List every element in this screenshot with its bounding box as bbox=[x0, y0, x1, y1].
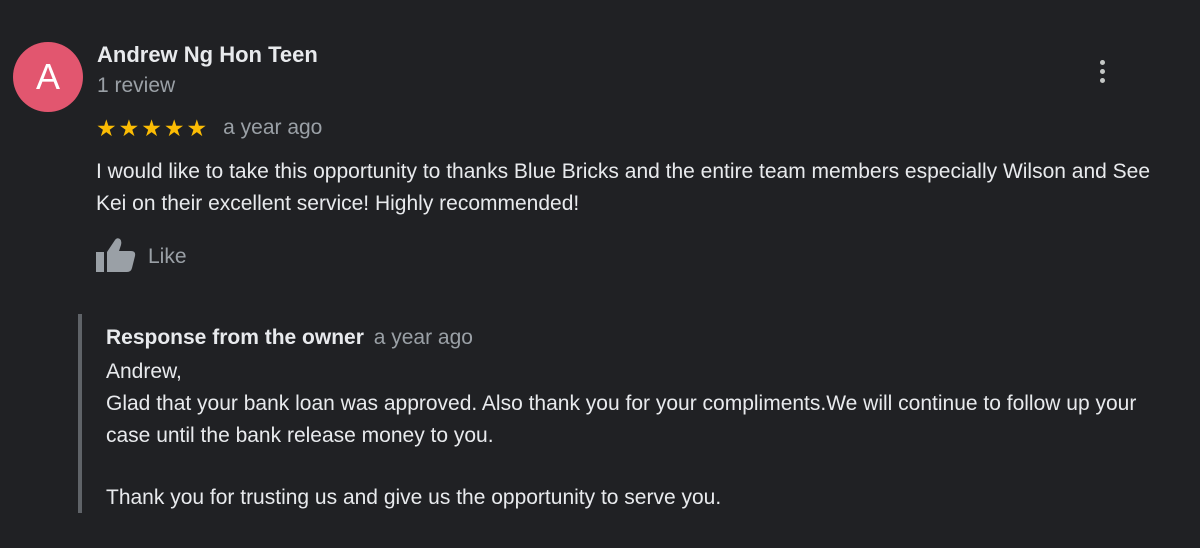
review-date: a year ago bbox=[223, 116, 323, 139]
rating-row: ★ ★ ★ ★ ★ a year ago bbox=[96, 113, 322, 143]
response-body: Andrew, Glad that your bank loan was app… bbox=[106, 356, 1166, 514]
star-icon: ★ bbox=[186, 114, 208, 141]
response-date: a year ago bbox=[373, 326, 473, 349]
star-icon: ★ bbox=[141, 114, 162, 141]
star-icon: ★ bbox=[96, 114, 117, 141]
review-count: 1 review bbox=[97, 74, 176, 97]
author-name[interactable]: Andrew Ng Hon Teen bbox=[97, 42, 318, 68]
like-button[interactable]: Like bbox=[96, 237, 187, 277]
avatar[interactable]: A bbox=[13, 42, 83, 112]
more-vert-icon bbox=[1099, 58, 1105, 85]
response-title: Response from the owner bbox=[106, 326, 364, 349]
more-options-button[interactable] bbox=[1088, 56, 1116, 86]
star-icon: ★ bbox=[118, 114, 140, 141]
thumbs-up-icon bbox=[96, 236, 136, 279]
review-text: I would like to take this opportunity to… bbox=[96, 160, 1151, 215]
response-header: Response from the owner a year ago bbox=[106, 326, 473, 350]
like-label: Like bbox=[148, 245, 187, 268]
star-rating: ★ ★ ★ ★ ★ bbox=[96, 114, 209, 141]
response-greeting: Andrew, bbox=[106, 360, 182, 383]
response-paragraph: Thank you for trusting us and give us th… bbox=[106, 486, 722, 509]
owner-response: Response from the owner a year ago Andre… bbox=[78, 314, 1182, 513]
avatar-letter: A bbox=[35, 56, 60, 97]
response-paragraph: Glad that your bank loan was approved. A… bbox=[106, 392, 1137, 447]
star-icon: ★ bbox=[163, 114, 185, 141]
review-card: A Andrew Ng Hon Teen 1 review ★ ★ ★ ★ ★ a ye… bbox=[0, 0, 1200, 548]
